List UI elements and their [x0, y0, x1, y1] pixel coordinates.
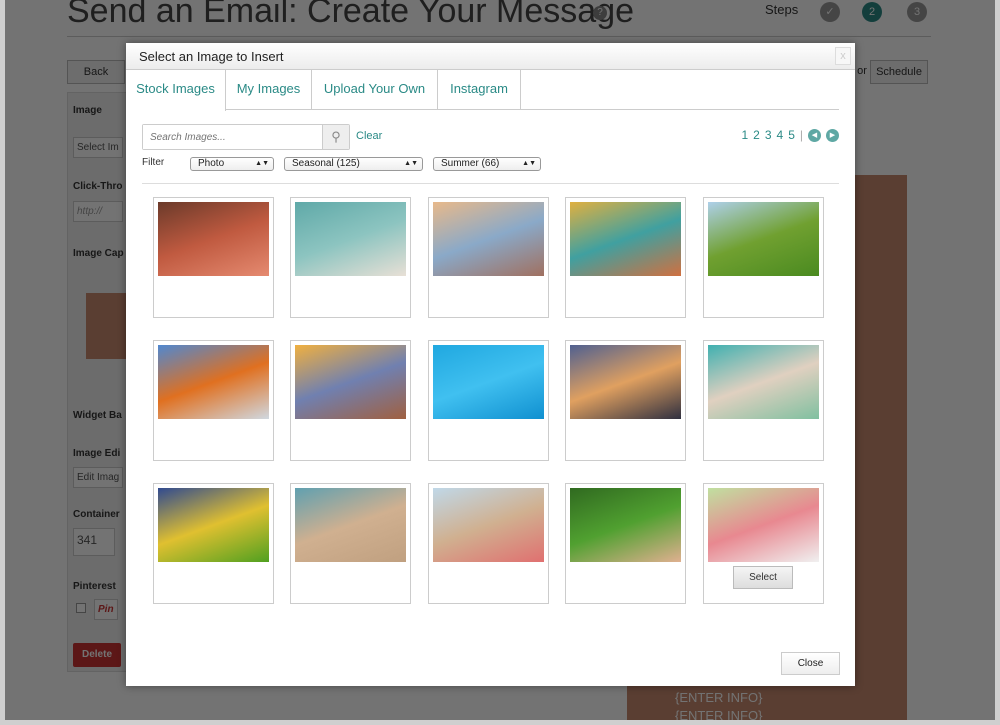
image-thumbnail[interactable]	[708, 345, 819, 419]
image-thumbnail[interactable]	[158, 345, 269, 419]
delete-button[interactable]: Delete	[73, 643, 121, 667]
divider	[142, 183, 839, 184]
select-image-button[interactable]: Select Im	[73, 137, 123, 158]
pinterest-checkbox[interactable]	[76, 603, 86, 613]
container-label: Container	[73, 509, 120, 520]
type-select-value: Photo	[198, 158, 225, 169]
tab-upload-your-own[interactable]: Upload Your Own	[312, 70, 438, 110]
step-2: 2	[862, 2, 882, 22]
image-thumbnail[interactable]	[158, 488, 269, 562]
email-list-item: {ENTER INFO}	[675, 708, 763, 720]
back-button[interactable]: Back	[67, 60, 125, 84]
image-thumbnail[interactable]	[570, 488, 681, 562]
image-thumbnail[interactable]	[433, 345, 544, 419]
pagination: 1 2 3 4 5 | ◀ ▶	[741, 128, 839, 142]
select-arrows-icon: ▲▼	[522, 160, 536, 167]
page-4[interactable]: 4	[777, 128, 784, 142]
email-list-item: {ENTER INFO}	[675, 690, 763, 705]
image-tile[interactable]	[290, 483, 411, 604]
image-tile[interactable]	[428, 340, 549, 461]
tab-my-images[interactable]: My Images	[226, 70, 312, 110]
tab-stock-images[interactable]: Stock Images	[126, 70, 226, 111]
image-tile[interactable]	[153, 483, 274, 604]
image-tile[interactable]	[565, 483, 686, 604]
image-thumbnail[interactable]	[570, 345, 681, 419]
category-select[interactable]: Seasonal (125) ▲▼	[284, 157, 423, 171]
widget-label: Widget Ba	[73, 410, 122, 421]
caption-label: Image Cap	[73, 248, 124, 259]
image-thumbnail[interactable]	[433, 202, 544, 276]
schedule-button[interactable]: Schedule	[870, 60, 928, 84]
image-tile[interactable]	[153, 340, 274, 461]
search-icon[interactable]: ⚲	[322, 125, 349, 149]
page-1[interactable]: 1	[741, 128, 748, 142]
container-width-input[interactable]: 341	[73, 528, 115, 556]
modal-title: Select an Image to Insert	[126, 43, 855, 70]
click-through-label: Click-Thro	[73, 181, 123, 192]
image-tile[interactable]	[290, 340, 411, 461]
clear-link[interactable]: Clear	[356, 130, 382, 142]
page-3[interactable]: 3	[765, 128, 772, 142]
image-thumbnail[interactable]	[708, 202, 819, 276]
image-thumbnail[interactable]	[708, 488, 819, 562]
type-select[interactable]: Photo ▲▼	[190, 157, 274, 171]
image-edit-label: Image Edi	[73, 448, 121, 459]
pager-separator: |	[799, 128, 803, 142]
steps-label: Steps	[765, 2, 799, 17]
category-select-value: Seasonal (125)	[292, 158, 360, 169]
image-tile[interactable]	[153, 197, 274, 318]
image-thumbnail[interactable]	[295, 202, 406, 276]
help-icon[interactable]: ?	[593, 6, 607, 20]
select-button[interactable]: Select	[733, 566, 793, 589]
steps-indicator: Steps ✓ 2 3	[765, 2, 927, 22]
image-thumbnail[interactable]	[433, 488, 544, 562]
page-2[interactable]: 2	[753, 128, 760, 142]
step-1: ✓	[820, 2, 840, 22]
image-tile[interactable]	[565, 197, 686, 318]
image-thumbnail[interactable]	[570, 202, 681, 276]
image-tile[interactable]	[703, 340, 824, 461]
pin-button[interactable]: Pin	[94, 599, 118, 620]
prev-page-icon[interactable]: ◀	[808, 128, 821, 142]
select-image-modal: Select an Image to Insert x Stock Images…	[126, 43, 855, 686]
image-thumbnail[interactable]	[158, 202, 269, 276]
caption-preview	[86, 293, 130, 359]
image-tile[interactable]	[703, 197, 824, 318]
image-thumbnail[interactable]	[295, 345, 406, 419]
page-5[interactable]: 5	[788, 128, 795, 142]
subcategory-select-value: Summer (66)	[441, 158, 500, 169]
image-tile[interactable]: Select	[703, 483, 824, 604]
step-3: 3	[907, 2, 927, 22]
select-arrows-icon: ▲▼	[255, 160, 269, 167]
image-tile[interactable]	[290, 197, 411, 318]
image-tile[interactable]	[428, 197, 549, 318]
search-box: ⚲	[142, 124, 350, 150]
search-input[interactable]	[143, 125, 323, 149]
select-arrows-icon: ▲▼	[404, 160, 418, 167]
divider	[67, 36, 931, 37]
next-page-icon[interactable]: ▶	[826, 128, 839, 142]
pinterest-label: Pinterest	[73, 581, 116, 592]
page-title: Send an Email: Create Your Message	[67, 0, 635, 30]
image-label: Image	[73, 105, 102, 116]
url-input[interactable]: http://	[73, 201, 123, 222]
tab-bar: Stock Images My Images Upload Your Own I…	[126, 70, 839, 111]
image-tile[interactable]	[428, 483, 549, 604]
close-icon[interactable]: x	[835, 47, 851, 65]
close-button[interactable]: Close	[781, 652, 840, 675]
tab-instagram[interactable]: Instagram	[438, 70, 521, 110]
or-text: or	[857, 65, 867, 77]
subcategory-select[interactable]: Summer (66) ▲▼	[433, 157, 541, 171]
image-tile[interactable]	[565, 340, 686, 461]
filter-label: Filter	[142, 157, 165, 168]
image-thumbnail[interactable]	[295, 488, 406, 562]
edit-image-button[interactable]: Edit Imag	[73, 467, 124, 488]
